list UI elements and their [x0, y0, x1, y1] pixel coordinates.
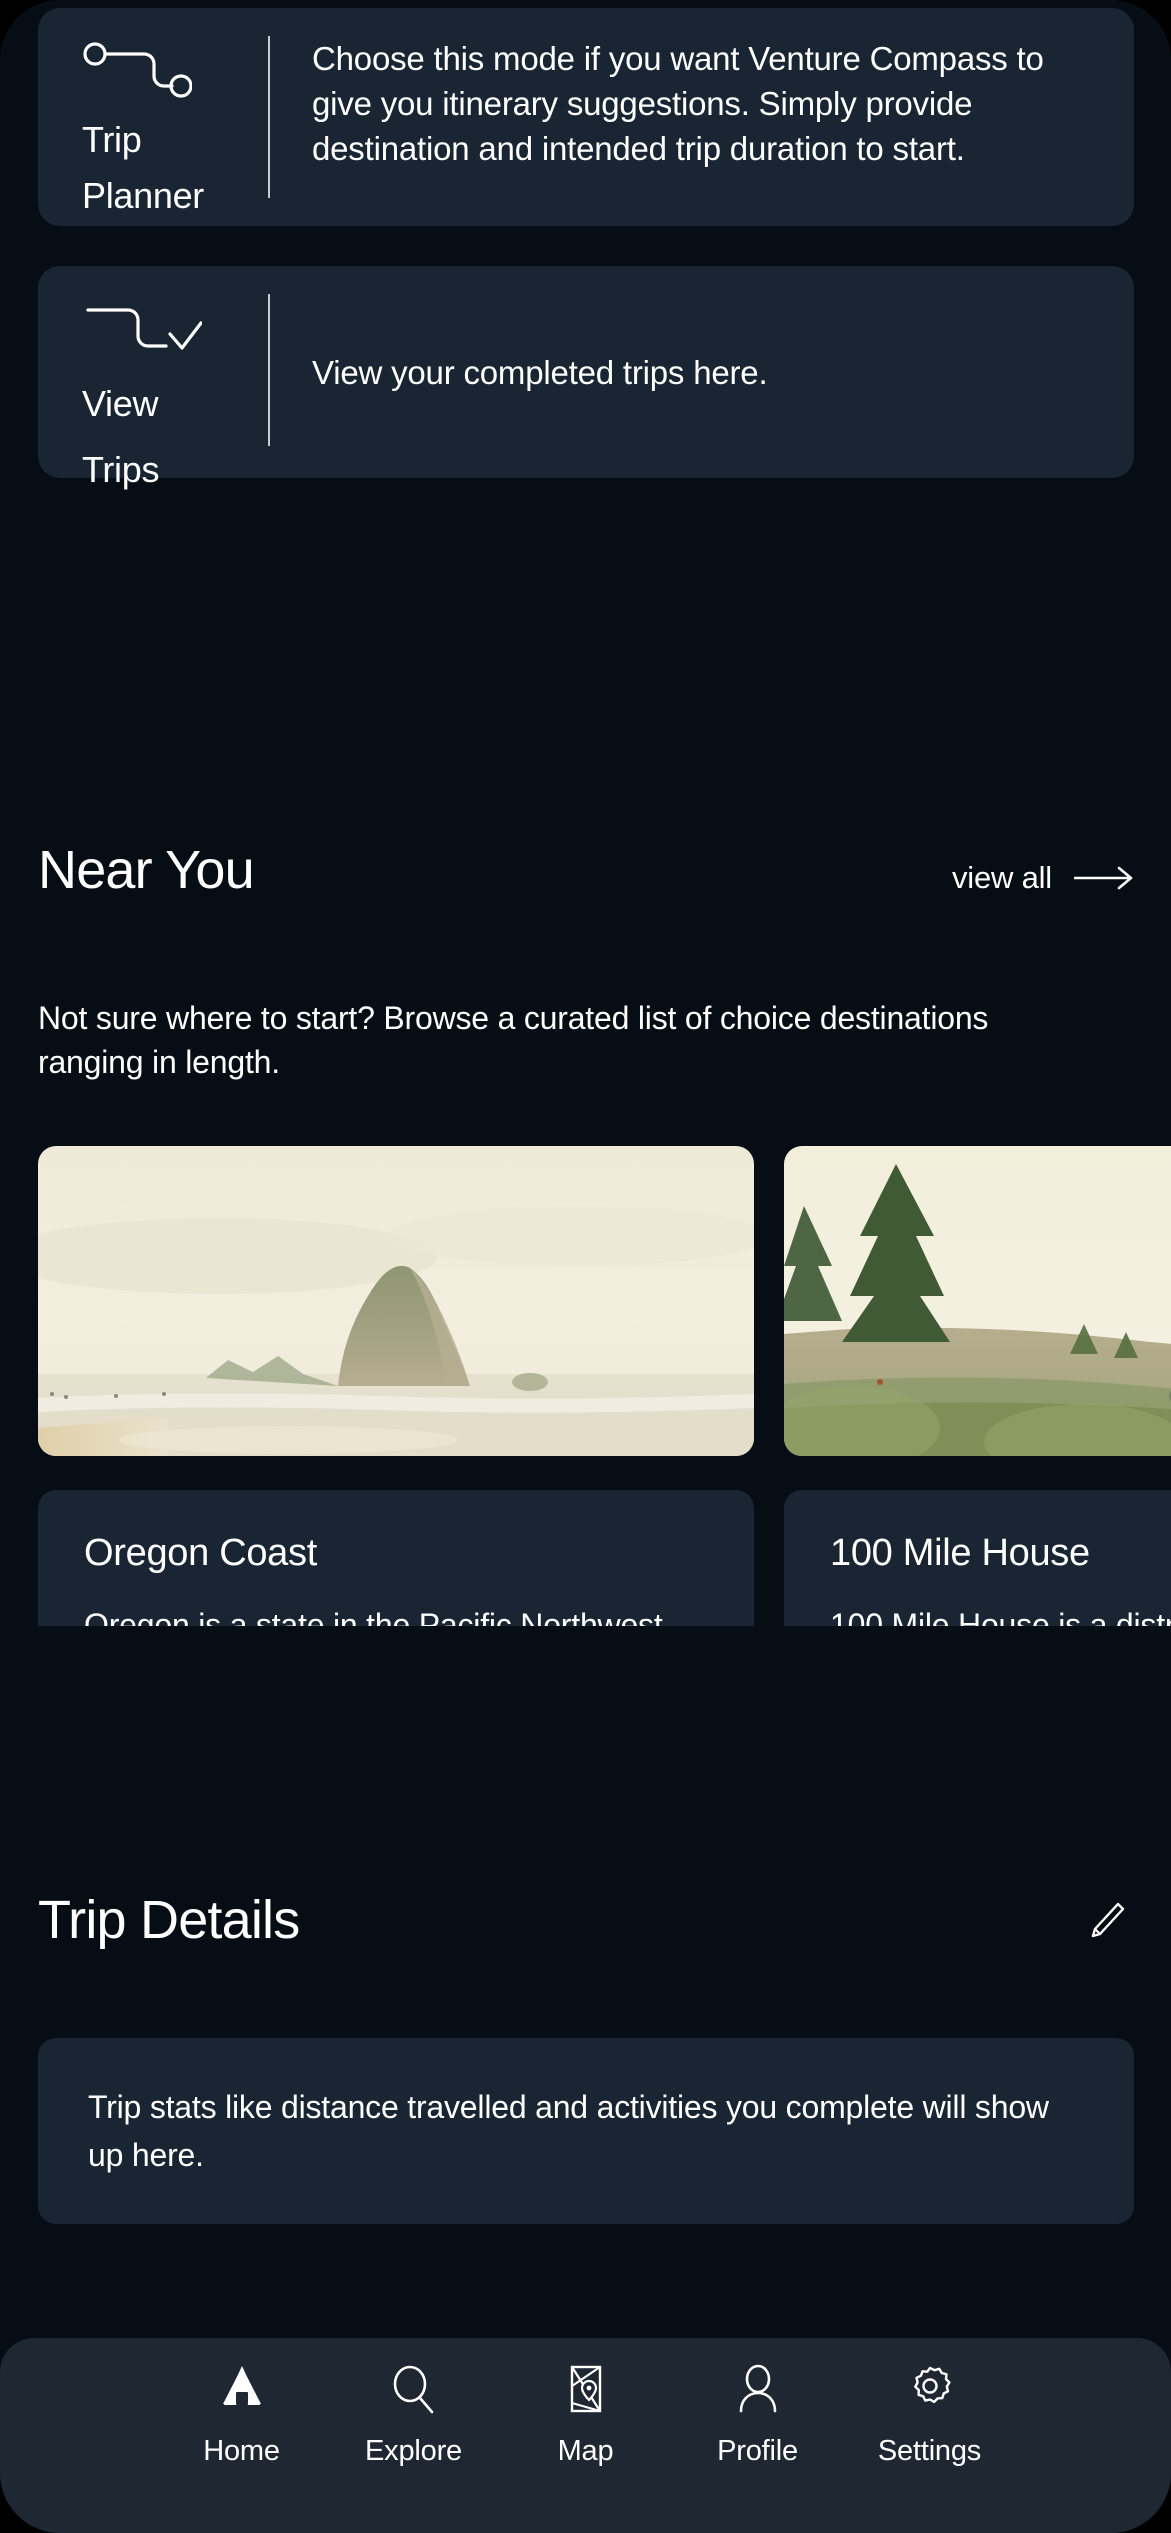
destination-description-text: Oregon is a state in the Pacific Northwe… — [84, 1607, 663, 1626]
view-all-label: view all — [951, 860, 1052, 895]
destination-name: Oregon Coast — [84, 1532, 317, 1574]
mode-card-view-trips[interactable]: View Trips View your completed trips her… — [38, 266, 1134, 490]
destination-description: Oregon is a state in the Pacific Northwe… — [84, 1602, 708, 1626]
destination-card[interactable]: Oregon Coast Oregon is a state in the Pa… — [38, 1146, 754, 1626]
view-all-button[interactable]: view all — [952, 860, 1134, 896]
route-check-icon — [82, 298, 268, 360]
mode-card-trip-planner[interactable]: Trip Planner Choose this mode if you wan… — [38, 8, 1134, 226]
arrow-right-icon — [1074, 865, 1134, 891]
nav-label-profile: Profile — [717, 2435, 798, 2467]
destination-card[interactable]: 100 Mile House 100 Mile House is a distr… — [784, 1146, 1171, 1626]
map-icon — [558, 2362, 614, 2418]
page-title-near-you: Near You — [38, 840, 255, 900]
destination-description-text: 100 Mile House is a district municipalit… — [830, 1607, 1171, 1626]
trip-details-placeholder-card: Trip stats like distance travelled and a… — [38, 2038, 1134, 2224]
mode-description-wrap: Choose this mode if you want Venture Com… — [270, 8, 1134, 226]
nav-item-map[interactable]: Map — [500, 2362, 672, 2468]
near-you-header: Near You view all — [38, 840, 1134, 900]
forest-ridge-conifers-photo — [784, 1146, 1171, 1456]
nav-label-explore: Explore — [365, 2435, 462, 2467]
haystack-rock-beach-photo — [38, 1146, 754, 1456]
trip-details-placeholder-text: Trip stats like distance travelled and a… — [88, 2089, 1049, 2173]
mode-title-line1: View — [82, 383, 159, 424]
destination-info: 100 Mile House 100 Mile House is a distr… — [784, 1490, 1171, 1626]
nav-item-explore[interactable]: Explore — [328, 2362, 500, 2468]
near-you-subtitle: Not sure where to start? Browse a curate… — [38, 1000, 989, 1080]
search-icon — [386, 2362, 442, 2418]
mode-title-line1: Trip — [82, 119, 142, 160]
bottom-navigation: Home Explore Map Profile Settings — [0, 2338, 1171, 2533]
route-icon — [82, 40, 268, 106]
home-icon — [214, 2362, 270, 2418]
destination-carousel[interactable]: Oregon Coast Oregon is a state in the Pa… — [38, 1146, 1171, 1626]
mode-card-left: View Trips — [38, 266, 268, 490]
page-title-trip-details: Trip Details — [38, 1890, 300, 1950]
app-screen: Trip Planner Choose this mode if you wan… — [0, 0, 1171, 2533]
mode-card-left: Trip Planner — [38, 8, 268, 226]
nav-item-profile[interactable]: Profile — [672, 2362, 844, 2468]
mode-description: View your completed trips here. — [312, 353, 768, 391]
nav-label-settings: Settings — [877, 2435, 982, 2467]
mode-title-line2: Planner — [82, 175, 204, 216]
nav-label-map: Map — [557, 2435, 614, 2467]
profile-icon — [730, 2362, 786, 2418]
destination-description: 100 Mile House is a district municipalit… — [830, 1602, 1171, 1626]
mode-description-wrap: View your completed trips here. — [270, 266, 1134, 478]
destination-name: 100 Mile House — [830, 1532, 1090, 1574]
mode-title-line2: Trips — [82, 449, 160, 490]
nav-item-settings[interactable]: Settings — [844, 2362, 1016, 2468]
gear-icon — [902, 2362, 958, 2418]
nav-item-home[interactable]: Home — [156, 2362, 328, 2468]
trip-details-header: Trip Details — [38, 1890, 1134, 1950]
destination-info: Oregon Coast Oregon is a state in the Pa… — [38, 1490, 754, 1626]
pencil-icon — [1085, 1898, 1129, 1942]
edit-trip-details-button[interactable] — [1080, 1893, 1134, 1947]
mode-description: Choose this mode if you want Venture Com… — [312, 40, 1044, 167]
nav-label-home: Home — [203, 2435, 280, 2467]
